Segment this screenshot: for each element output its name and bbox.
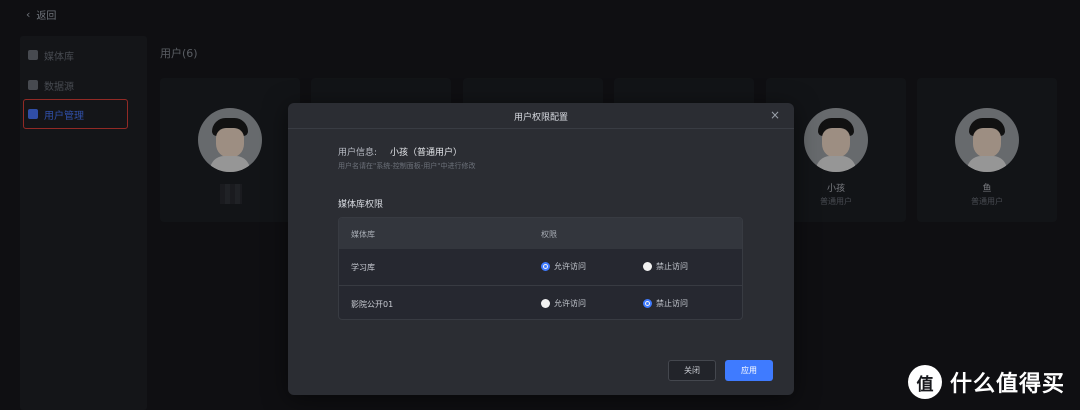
user-info-value: 小孩（普通用户）: [390, 148, 463, 158]
watermark: 值 什么值得买: [908, 365, 1065, 399]
section-title: 媒体库权限: [338, 200, 384, 210]
radio-label: 禁止访问: [656, 299, 688, 308]
watermark-text: 什么值得买: [950, 372, 1066, 397]
radio-label: 允许访问: [554, 262, 586, 271]
library-name: 影院公开01: [351, 300, 394, 309]
allow-radio[interactable]: 允许访问: [541, 261, 586, 272]
permission-dialog: 用户权限配置 × 用户信息: 小孩（普通用户） 用户名请在"系统-控制面板-用户…: [288, 103, 794, 395]
close-icon[interactable]: ×: [770, 108, 780, 122]
permission-table: 媒体库 权限 学习库 允许访问 禁止访问 影院公开01 允许访问 禁止访问: [338, 217, 743, 320]
radio-unchecked-icon: [541, 299, 550, 308]
deny-radio[interactable]: 禁止访问: [643, 298, 688, 309]
table-header: 媒体库 权限: [339, 218, 742, 249]
allow-radio[interactable]: 允许访问: [541, 298, 586, 309]
radio-label: 禁止访问: [656, 262, 688, 271]
radio-checked-icon: [643, 299, 652, 308]
radio-checked-icon: [541, 262, 550, 271]
dialog-title: 用户权限配置: [513, 113, 568, 123]
user-info-hint: 用户名请在"系统-控制面板-用户"中进行修改: [338, 162, 476, 170]
apply-button[interactable]: 应用: [725, 360, 773, 381]
radio-unchecked-icon: [643, 262, 652, 271]
library-name: 学习库: [351, 263, 375, 272]
watermark-logo-icon: 值: [908, 365, 942, 399]
column-header-library: 媒体库: [351, 230, 375, 239]
table-row: 学习库 允许访问 禁止访问: [339, 249, 742, 285]
table-row: 影院公开01 允许访问 禁止访问: [339, 285, 742, 319]
column-header-permission: 权限: [541, 230, 557, 239]
deny-radio[interactable]: 禁止访问: [643, 261, 688, 272]
dialog-header: 用户权限配置 ×: [288, 103, 794, 129]
close-button[interactable]: 关闭: [668, 360, 716, 381]
radio-label: 允许访问: [554, 299, 586, 308]
user-info-label: 用户信息:: [338, 148, 378, 158]
